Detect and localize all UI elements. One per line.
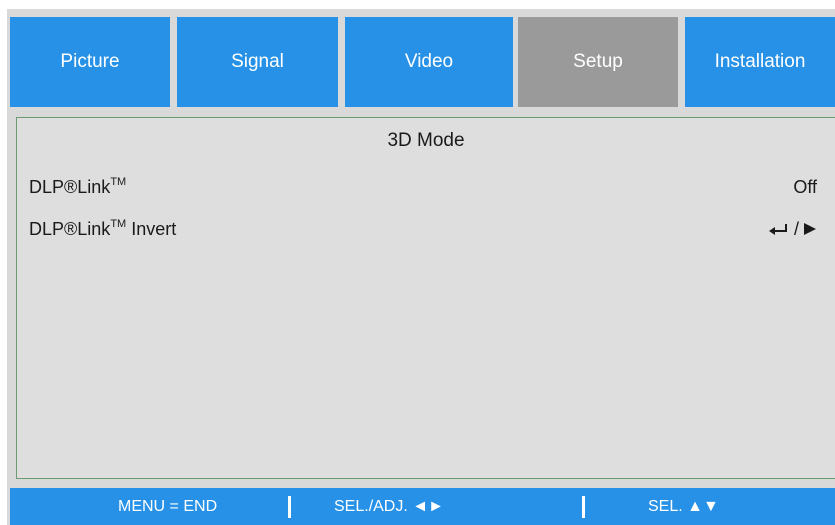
row-value-icons[interactable]: / [768, 219, 817, 240]
settings-panel: 3D Mode DLP®LinkTM Off DLP®LinkTM Invert… [16, 117, 835, 479]
footer-sel-adj: SEL./ADJ. ◄► [334, 497, 444, 515]
tab-video[interactable]: Video [345, 17, 513, 107]
footer-sel: SEL. ▲▼ [648, 497, 719, 515]
tab-installation[interactable]: Installation [685, 17, 835, 107]
tab-setup[interactable]: Setup [518, 17, 678, 107]
separator-slash: / [793, 218, 799, 239]
tab-signal[interactable]: Signal [177, 17, 338, 107]
footer-divider [582, 496, 585, 518]
row-value: Off [793, 176, 817, 197]
menu-row-dlp-link[interactable]: DLP®LinkTM Off [29, 173, 817, 201]
trademark-superscript: TM [110, 217, 127, 230]
right-arrow-icon [803, 222, 817, 236]
tab-picture[interactable]: Picture [10, 17, 170, 107]
enter-icon [768, 222, 790, 236]
footer-menu-end: MENU = END [118, 497, 218, 515]
row-label: DLP®LinkTM Invert [29, 217, 177, 239]
trademark-superscript: TM [110, 175, 127, 188]
tab-bar: Picture Signal Video Setup Installation [10, 17, 835, 107]
panel-title: 3D Mode [387, 130, 465, 151]
footer-divider [288, 496, 291, 518]
row-label: DLP®LinkTM [29, 175, 127, 197]
footer-hint-bar: MENU = END SEL./ADJ. ◄► SEL. ▲▼ [10, 488, 835, 525]
menu-row-dlp-link-invert[interactable]: DLP®LinkTM Invert / [29, 215, 817, 243]
